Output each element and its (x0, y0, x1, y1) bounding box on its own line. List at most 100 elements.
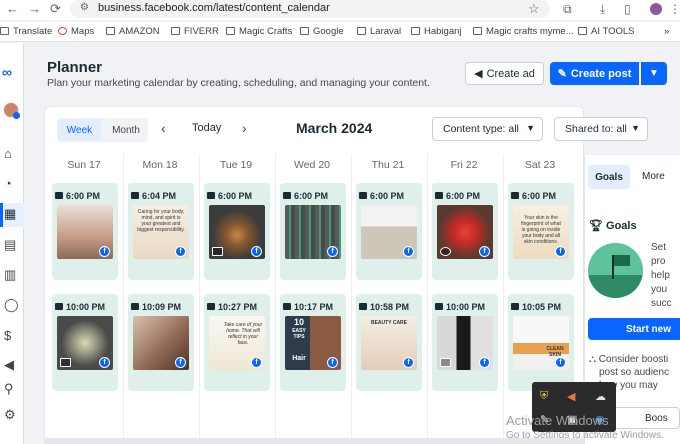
post-time: 10:05 PM (511, 302, 561, 312)
calendar-icon (283, 303, 291, 310)
thumbnail-caption: Caring for your body, mind, and spirit i… (137, 209, 185, 233)
next-week-icon[interactable]: › (242, 120, 247, 136)
reload-icon[interactable]: ⟳ (50, 1, 61, 17)
bookmark-translate[interactable]: Translate (0, 26, 52, 37)
shared-to-filter[interactable]: Shared to: all ▼ (554, 117, 648, 141)
bookmark-ai-tools[interactable]: AI TOOLS (578, 26, 634, 37)
notifications-icon[interactable]: ◔ (4, 176, 12, 191)
back-icon[interactable]: ← (6, 1, 19, 16)
horizontal-scrollbar[interactable] (44, 438, 584, 444)
post-card[interactable]: 10:09 PM f (128, 294, 194, 391)
post-card[interactable]: 6:00 PM Your skin is the fingerprint of … (508, 183, 574, 280)
tab-more[interactable]: More (642, 171, 665, 182)
hill-shape (588, 275, 643, 298)
profile-avatar[interactable] (650, 3, 662, 15)
home-icon[interactable]: ⌂ (4, 146, 12, 161)
post-time: 10:00 PM (55, 302, 105, 312)
page-title: Planner (47, 59, 103, 76)
post-card[interactable]: 10:17 PM 10 EASY TIPS Hair f (280, 294, 346, 391)
post-card[interactable]: 6:00 PM f (356, 183, 422, 280)
calendar-grid-icon[interactable]: ▦ (4, 206, 16, 222)
column-divider (503, 154, 504, 444)
settings-gear-icon[interactable]: ⚙ (4, 407, 16, 423)
speaker-icon[interactable]: ◀ (567, 390, 575, 403)
bookmark-star-icon[interactable]: ☆ (528, 1, 540, 17)
thumbnail-caption: BEAUTY CARE (370, 320, 408, 326)
post-time: 6:00 PM (283, 191, 328, 201)
browser-toolbar: ← → ⟳ ⚙ business.facebook.com/latest/con… (0, 0, 680, 20)
sidepanel-icon[interactable]: ▯ (624, 2, 631, 16)
prev-week-icon[interactable]: ‹ (161, 120, 166, 136)
goals-illustration (588, 243, 643, 298)
address-bar[interactable]: ⚙ business.facebook.com/latest/content_c… (70, 0, 550, 18)
create-post-button[interactable]: ✎ Create post (550, 62, 639, 85)
post-card[interactable]: 10:00 PM f (52, 294, 118, 391)
bookmark-google[interactable]: Google (300, 26, 344, 37)
calendar-icon (207, 303, 215, 310)
ads-icon[interactable]: ◀ (4, 357, 14, 373)
boost-icon: ⛬ (589, 354, 596, 365)
post-time: 6:00 PM (359, 191, 404, 201)
bookmark-fiverr[interactable]: FIVERR (171, 26, 219, 37)
bookmark-magic-crafts[interactable]: Magic Crafts (226, 26, 292, 37)
thumbnail-caption: Take care of your home. That will reflec… (223, 322, 263, 346)
calendar-icon (435, 303, 443, 310)
post-time: 10:17 PM (283, 302, 333, 312)
facebook-icon: f (175, 246, 186, 257)
post-card[interactable]: 10:05 PM CLEAN SKIN f (508, 294, 574, 391)
create-ad-button[interactable]: ◀ Create ad (465, 62, 544, 85)
post-card[interactable]: 6:00 PM f (52, 183, 118, 280)
facebook-icon: f (327, 246, 338, 257)
url-text: business.facebook.com/latest/content_cal… (98, 2, 330, 14)
bookmarks-bar: Translate Maps AMAZON FIVERR Magic Craft… (0, 22, 680, 42)
extensions-icon[interactable]: ⧉ (563, 2, 572, 17)
folder-icon (226, 27, 235, 35)
content-icon[interactable]: ▤ (4, 237, 16, 253)
cloud-icon[interactable]: ☁ (595, 390, 606, 403)
today-button[interactable]: Today (192, 122, 221, 134)
day-header-tue: Tue 19 (219, 159, 253, 171)
goals-description: Set pro help you succ (651, 242, 672, 309)
bookmark-maps[interactable]: Maps (58, 26, 94, 37)
start-new-goal-button[interactable]: Start new (588, 318, 680, 340)
facebook-badge-icon (13, 112, 20, 119)
view-month-button[interactable]: Month (104, 119, 148, 141)
day-header-fri: Fri 22 (450, 159, 478, 171)
monetization-icon[interactable]: $ (4, 328, 11, 343)
chevron-down-icon: ▼ (649, 68, 659, 79)
post-card[interactable]: 6:00 PM f (280, 183, 346, 280)
goals-heading: 🏆︎ Goals (589, 220, 637, 232)
post-card[interactable]: 10:00 PM f (432, 294, 498, 391)
inbox-icon[interactable]: ◯ (4, 297, 19, 313)
bookmark-magic-crafts-myme[interactable]: Magic crafts myme... (473, 26, 574, 37)
post-card[interactable]: 10:58 PM BEAUTY CARE f (356, 294, 422, 391)
calendar-icon (511, 303, 519, 310)
post-card[interactable]: 10:27 PM Take care of your home. That wi… (204, 294, 270, 391)
meta-logo-icon[interactable]: ∞ (2, 64, 12, 80)
download-icon[interactable]: ⤓ (600, 2, 605, 17)
post-time: 10:09 PM (131, 302, 181, 312)
menu-icon[interactable]: ⋮ (669, 2, 680, 16)
calendar-icon (207, 192, 215, 199)
thumbnail-caption: CLEAN SKIN (546, 346, 564, 358)
facebook-icon: f (403, 246, 414, 257)
calendar-icon (283, 192, 291, 199)
bookmark-laraval[interactable]: Laraval (357, 26, 401, 37)
search-icon[interactable]: ⚲ (4, 381, 14, 397)
insights-icon[interactable]: ▥ (4, 267, 16, 283)
forward-icon[interactable]: → (28, 1, 41, 16)
view-week-button[interactable]: Week (58, 119, 101, 141)
post-card[interactable]: 6:04 PM Caring for your body, mind, and … (128, 183, 194, 280)
column-divider (275, 154, 276, 444)
post-card[interactable]: 6:00 PM f (204, 183, 270, 280)
tab-goals[interactable]: Goals (588, 165, 630, 189)
security-shield-icon[interactable]: ⛨ (540, 390, 548, 403)
content-type-filter[interactable]: Content type: all ▼ (432, 117, 543, 141)
post-card[interactable]: 6:00 PM f (432, 183, 498, 280)
site-info-icon[interactable]: ⚙ (80, 2, 89, 13)
more-bookmarks-icon[interactable]: » (664, 26, 669, 37)
bookmark-habiganj[interactable]: Habiganj (411, 26, 462, 37)
facebook-icon: f (479, 246, 490, 257)
create-post-dropdown[interactable]: ▼ (640, 62, 667, 85)
bookmark-amazon[interactable]: AMAZON (106, 26, 160, 37)
